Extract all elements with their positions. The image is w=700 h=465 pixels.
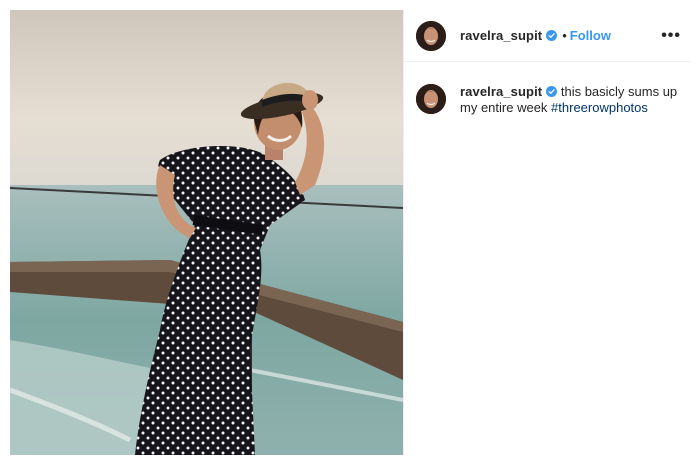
header-separator: •	[562, 28, 567, 43]
instagram-post: ravelra_supit • Follow ••• ravelra_supit…	[0, 0, 700, 465]
verified-badge-icon	[546, 30, 558, 41]
verified-badge-icon	[546, 86, 558, 97]
caption-comment: ravelra_supit this basicly sums up my en…	[416, 84, 681, 116]
ellipsis-icon[interactable]: •••	[661, 27, 681, 45]
caption-avatar[interactable]	[416, 84, 446, 114]
post-photo-image	[10, 10, 403, 455]
follow-button[interactable]: Follow	[570, 28, 611, 43]
post-header: ravelra_supit • Follow •••	[404, 10, 691, 62]
avatar-image	[416, 84, 446, 114]
post-sidebar: ravelra_supit • Follow ••• ravelra_supit…	[403, 10, 691, 455]
caption-text-block: ravelra_supit this basicly sums up my en…	[460, 84, 680, 116]
caption-username[interactable]: ravelra_supit	[460, 84, 542, 99]
avatar-image	[416, 20, 446, 51]
post-photo[interactable]	[10, 10, 403, 455]
caption-hashtag[interactable]: #threerowphotos	[551, 100, 648, 115]
author-username[interactable]: ravelra_supit	[460, 28, 542, 43]
profile-avatar[interactable]	[416, 20, 446, 51]
